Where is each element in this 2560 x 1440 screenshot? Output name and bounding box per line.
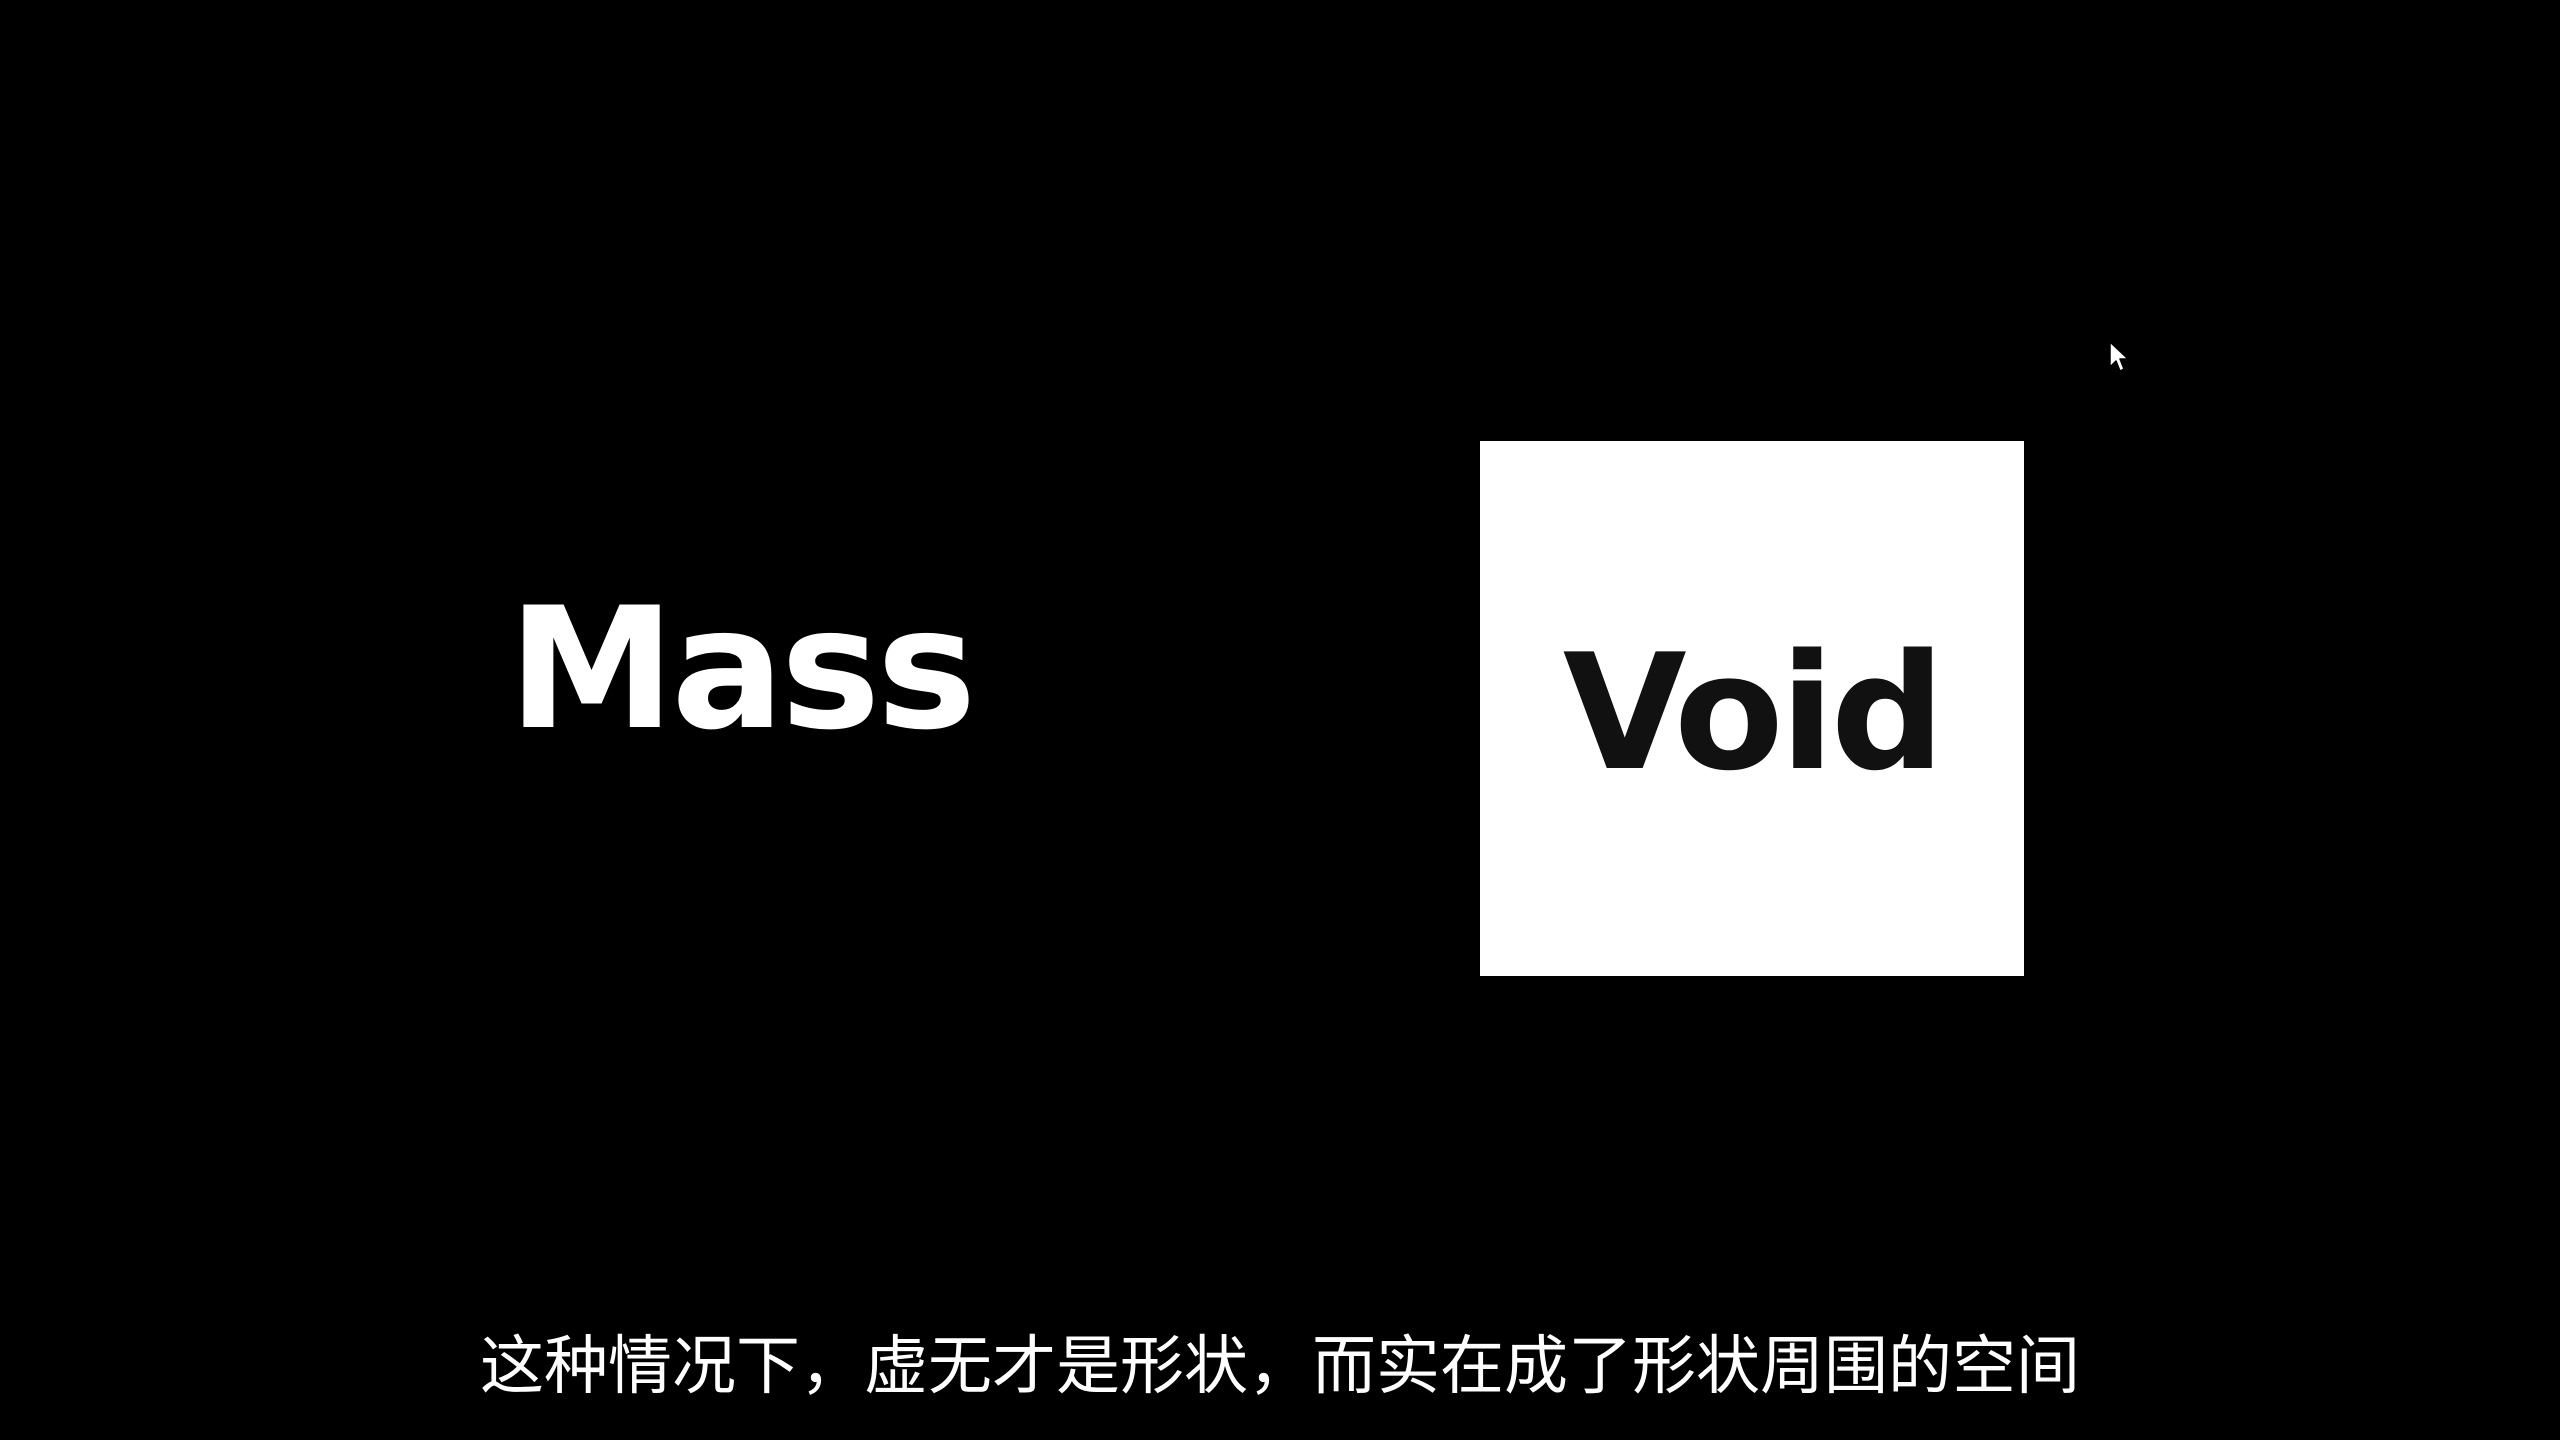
void-square: Void bbox=[1480, 441, 2024, 976]
video-frame: Mass Void 这种情况下，虚无才是形状，而实在成了形状周围的空间 bbox=[0, 0, 2560, 1440]
mouse-pointer-icon bbox=[2109, 341, 2129, 372]
void-label: Void bbox=[1562, 618, 1945, 806]
subtitle-caption: 这种情况下，虚无才是形状，而实在成了形状周围的空间 bbox=[480, 1330, 2080, 1404]
mass-label: Mass bbox=[508, 571, 977, 767]
